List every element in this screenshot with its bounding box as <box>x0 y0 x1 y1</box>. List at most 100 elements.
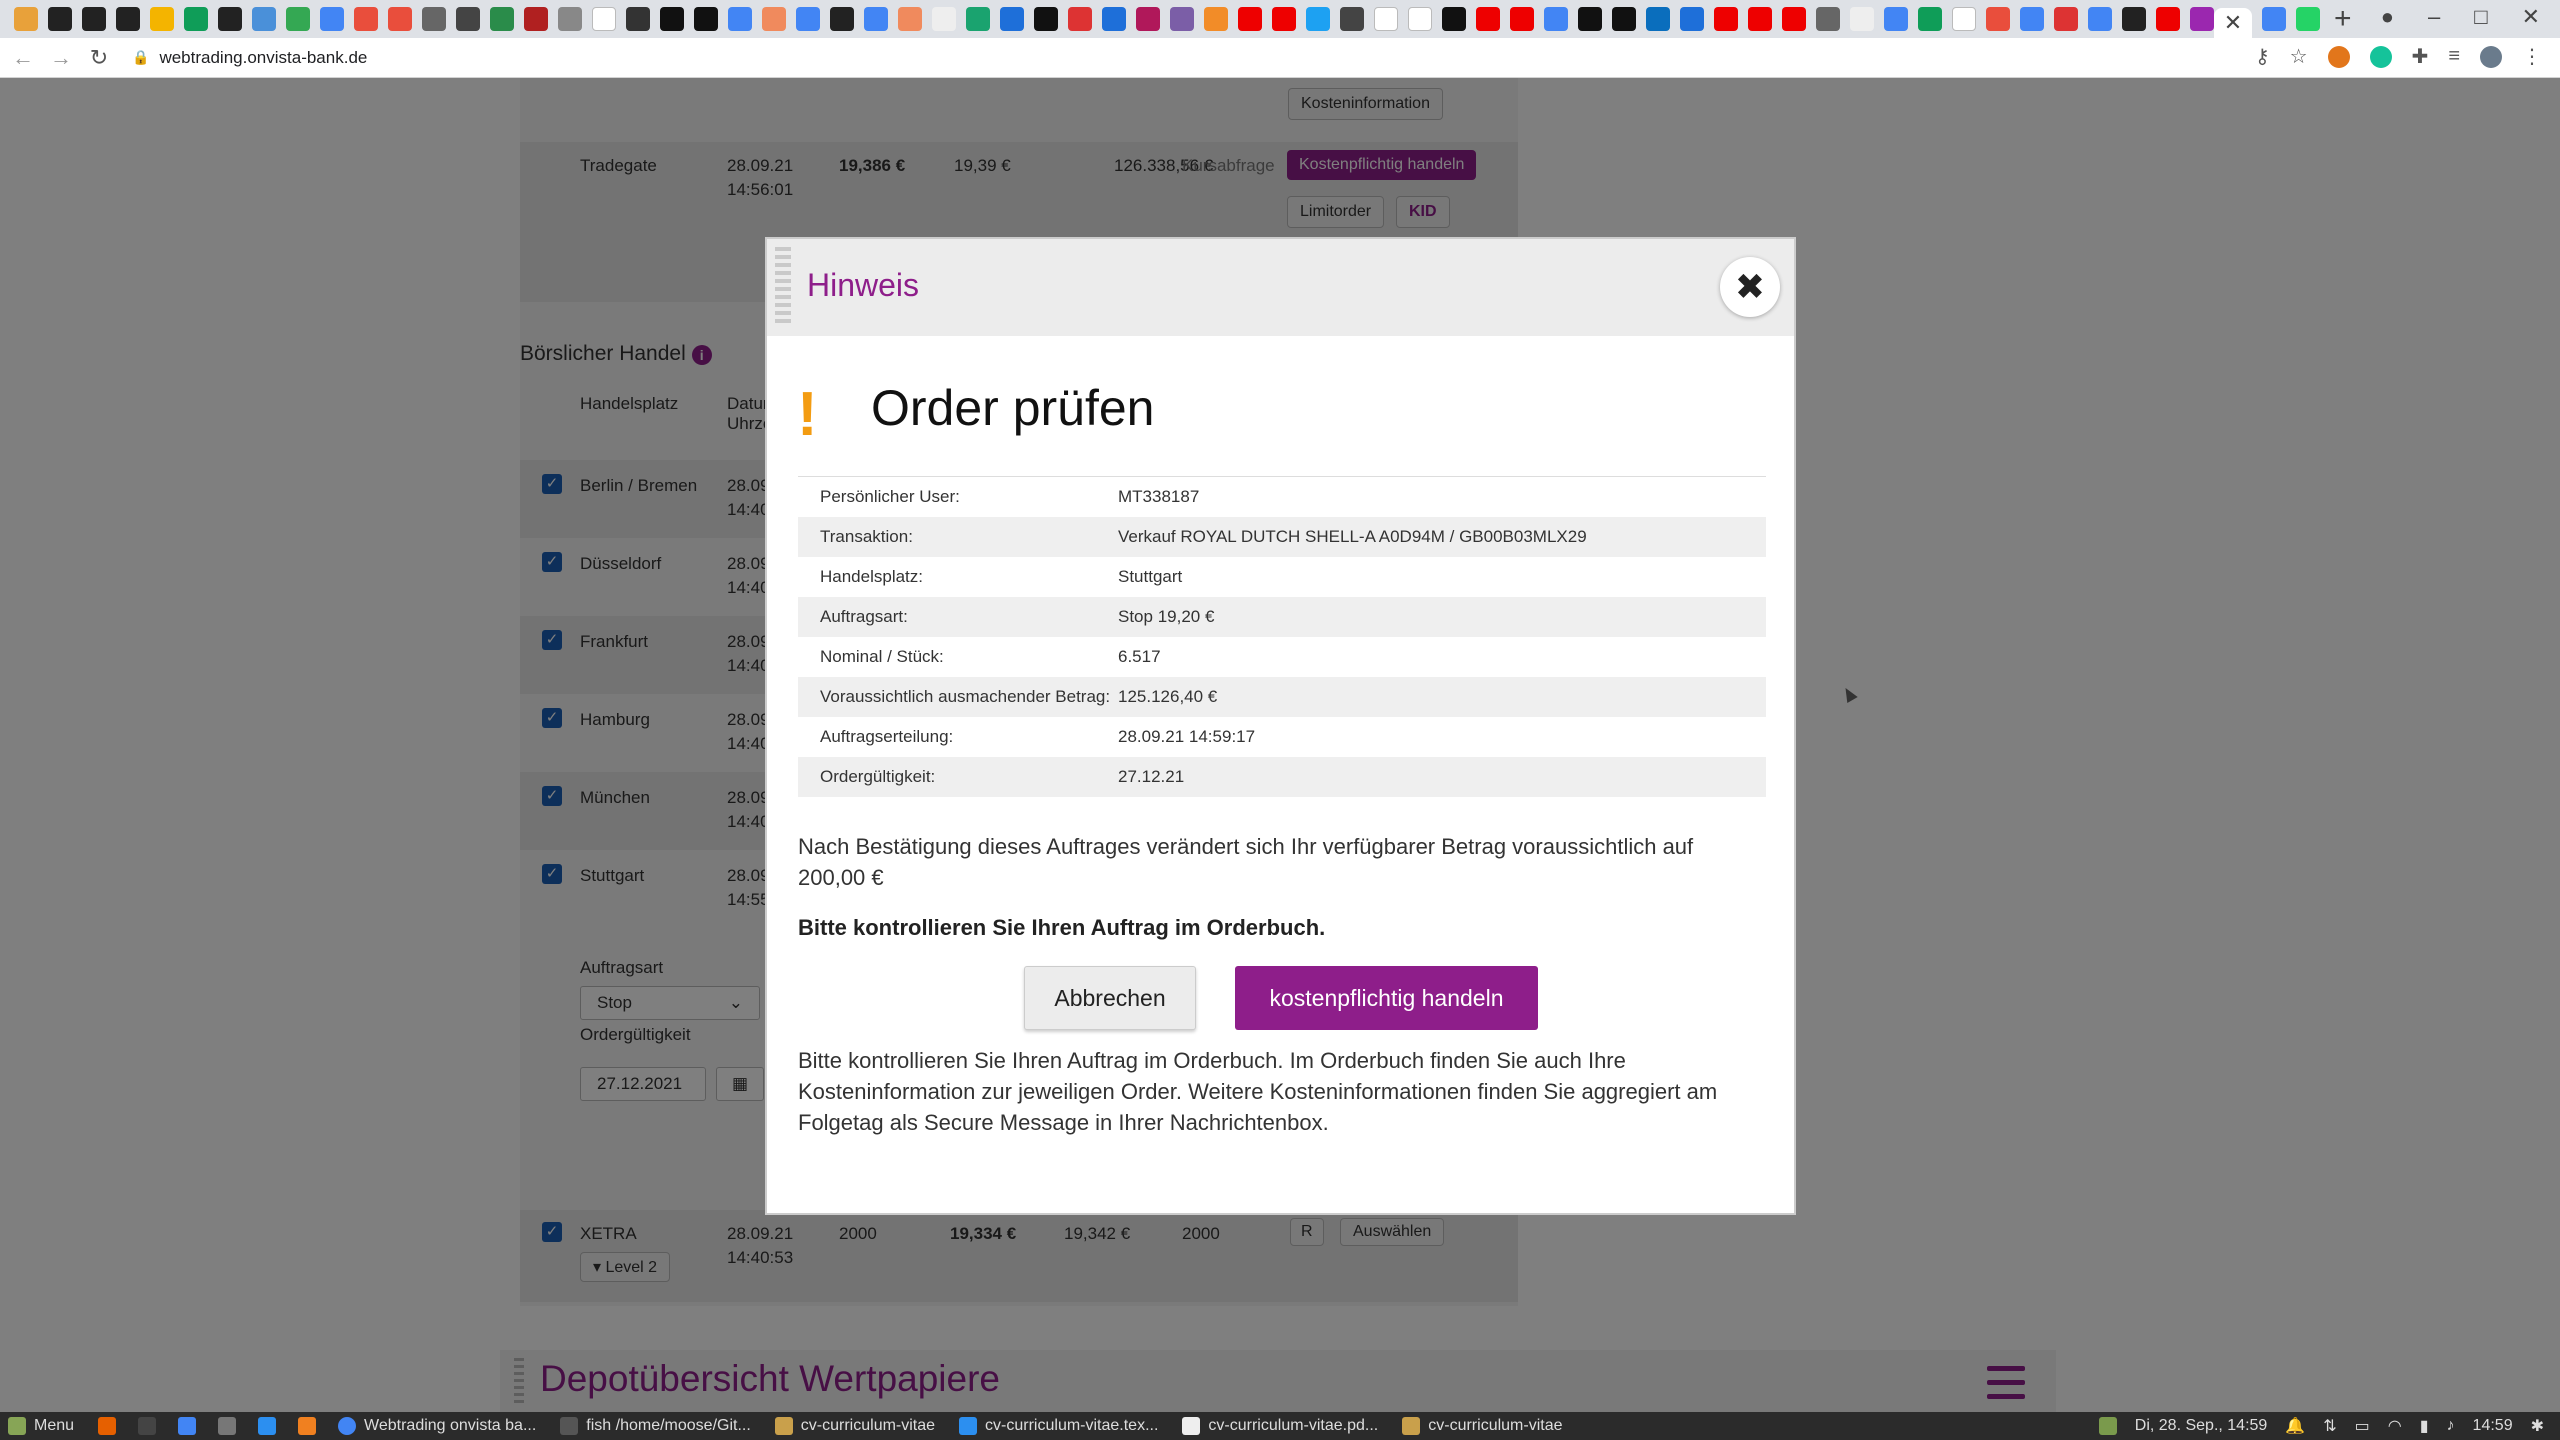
terminal-launcher-icon[interactable] <box>138 1417 157 1435</box>
tab-favicon-icon[interactable] <box>1204 7 1228 31</box>
tab-favicon-icon[interactable] <box>1578 7 1602 31</box>
tab-favicon-icon[interactable] <box>966 7 990 31</box>
calculator-launcher-icon[interactable] <box>218 1417 237 1435</box>
tab-favicon-icon[interactable] <box>1068 7 1092 31</box>
tab-favicon-icon[interactable] <box>1646 7 1670 31</box>
wifi-icon[interactable]: ◠ <box>2388 1416 2402 1436</box>
network-icon[interactable]: ⇅ <box>2323 1416 2336 1436</box>
tab-favicon-icon[interactable] <box>1102 7 1126 31</box>
key-icon[interactable]: ⚷ <box>2255 44 2270 69</box>
tab-favicon-icon[interactable] <box>626 7 650 31</box>
tab-favicon-icon[interactable] <box>286 7 310 31</box>
minimize-icon[interactable]: – <box>2428 4 2440 30</box>
tab-favicon-icon[interactable] <box>592 7 616 31</box>
settings-icon[interactable]: ✱ <box>2531 1416 2544 1436</box>
wikipedia-icon[interactable] <box>1374 7 1398 31</box>
tab-search-icon[interactable]: ● <box>2381 4 2394 30</box>
tab-favicon-icon[interactable] <box>2054 7 2078 31</box>
maximize-icon[interactable]: □ <box>2474 4 2487 30</box>
close-tab-icon[interactable]: ✕ <box>2224 10 2242 36</box>
github-icon[interactable] <box>694 7 718 31</box>
close-button[interactable]: ✖ <box>1720 257 1780 317</box>
tab-favicon-icon[interactable] <box>762 7 786 31</box>
battery-icon[interactable]: ▮ <box>2420 1416 2429 1436</box>
tab-favicon-icon[interactable] <box>218 7 242 31</box>
youtube-icon[interactable] <box>1272 7 1296 31</box>
taskbar-window-folder[interactable]: cv-curriculum-vitae <box>1402 1417 1563 1435</box>
tab-strip[interactable] <box>14 7 2214 31</box>
start-menu-button[interactable]: Menu <box>8 1417 74 1435</box>
firefox-launcher-icon[interactable] <box>98 1417 117 1435</box>
tab-favicon-icon[interactable] <box>932 7 956 31</box>
active-tab[interactable]: ✕ <box>2214 8 2252 38</box>
taskbar-window-pdf[interactable]: cv-curriculum-vitae.pd... <box>1182 1417 1378 1435</box>
tab-favicon-icon[interactable] <box>1680 7 1704 31</box>
volume-icon[interactable]: ♪ <box>2447 1417 2455 1435</box>
tab-favicon-icon[interactable] <box>354 7 378 31</box>
tab-favicon-icon[interactable] <box>320 7 344 31</box>
youtube-icon[interactable] <box>1748 7 1772 31</box>
confirm-trade-button[interactable]: kostenpflichtig handeln <box>1235 966 1538 1030</box>
cancel-button[interactable]: Abbrechen <box>1024 966 1196 1030</box>
tab-favicon-icon[interactable] <box>82 7 106 31</box>
tab-favicon-icon[interactable] <box>1034 7 1058 31</box>
profile-avatar[interactable] <box>2480 45 2502 68</box>
tab-favicon-icon[interactable] <box>898 7 922 31</box>
clock[interactable]: 14:59 <box>2473 1417 2513 1435</box>
tab-favicon-icon[interactable] <box>1884 7 1908 31</box>
display-icon[interactable]: ▭ <box>2355 1416 2370 1436</box>
youtube-icon[interactable] <box>1238 7 1262 31</box>
google-icon[interactable] <box>728 7 752 31</box>
amazon-icon[interactable] <box>2122 7 2146 31</box>
github-icon[interactable] <box>660 7 684 31</box>
youtube-icon[interactable] <box>1714 7 1738 31</box>
tab-favicon-icon[interactable] <box>150 7 174 31</box>
tab-favicon-icon[interactable] <box>524 7 548 31</box>
youtube-icon[interactable] <box>2156 7 2180 31</box>
chrome-launcher-icon[interactable] <box>178 1417 197 1435</box>
tab-favicon-icon[interactable] <box>116 7 140 31</box>
grammarly-extension-icon[interactable] <box>2369 45 2392 68</box>
tab-favicon-icon[interactable] <box>1850 7 1874 31</box>
youtube-icon[interactable] <box>1476 7 1500 31</box>
tab-favicon-icon[interactable] <box>1918 7 1942 31</box>
tab-favicon-icon[interactable] <box>1170 7 1194 31</box>
tab-favicon-icon[interactable] <box>558 7 582 31</box>
forward-icon[interactable]: → <box>46 45 76 71</box>
google-icon[interactable] <box>796 7 820 31</box>
metamask-extension-icon[interactable] <box>2327 45 2350 68</box>
google-icon[interactable] <box>2088 7 2112 31</box>
drag-handle-icon[interactable] <box>775 247 791 325</box>
google-icon[interactable] <box>2020 7 2044 31</box>
tab-favicon-icon[interactable] <box>422 7 446 31</box>
tab-favicon-icon[interactable] <box>48 7 72 31</box>
address-bar[interactable]: webtrading.onvista-bank.de <box>159 48 367 68</box>
whatsapp-icon[interactable] <box>2296 7 2320 31</box>
wikipedia-icon[interactable] <box>1952 7 1976 31</box>
tab-favicon-icon[interactable] <box>456 7 480 31</box>
vscode-launcher-icon[interactable] <box>258 1417 277 1435</box>
tab-favicon-icon[interactable] <box>830 7 854 31</box>
notification-bell-icon[interactable]: 🔔 <box>2285 1416 2305 1436</box>
tab-favicon-icon[interactable] <box>184 7 208 31</box>
lock-icon[interactable]: 🔒 <box>132 49 149 66</box>
tab-favicon-icon[interactable] <box>1340 7 1364 31</box>
wikipedia-icon[interactable] <box>1408 7 1432 31</box>
workspace-icon[interactable] <box>2098 1417 2117 1435</box>
bookmark-star-icon[interactable]: ☆ <box>2290 44 2308 69</box>
tab-favicon-icon[interactable] <box>252 7 276 31</box>
tab-favicon-icon[interactable] <box>1136 7 1160 31</box>
tab-favicon-icon[interactable] <box>490 7 514 31</box>
tab-favicon-icon[interactable] <box>1612 7 1636 31</box>
youtube-icon[interactable] <box>1782 7 1806 31</box>
taskbar-window-chrome[interactable]: Webtrading onvista ba... <box>338 1417 536 1435</box>
tab-favicon-icon[interactable] <box>2190 7 2214 31</box>
new-tab-button[interactable]: + <box>2334 4 2352 34</box>
tab-favicon-icon[interactable] <box>14 7 38 31</box>
close-window-icon[interactable]: ✕ <box>2522 4 2540 30</box>
tab-favicon-icon[interactable] <box>1986 7 2010 31</box>
tab-favicon-icon[interactable] <box>1442 7 1466 31</box>
tab-favicon-icon[interactable] <box>388 7 412 31</box>
tray-datetime[interactable]: Di, 28. Sep., 14:59 <box>2135 1417 2268 1435</box>
reading-list-icon[interactable]: ≡ <box>2448 45 2460 68</box>
